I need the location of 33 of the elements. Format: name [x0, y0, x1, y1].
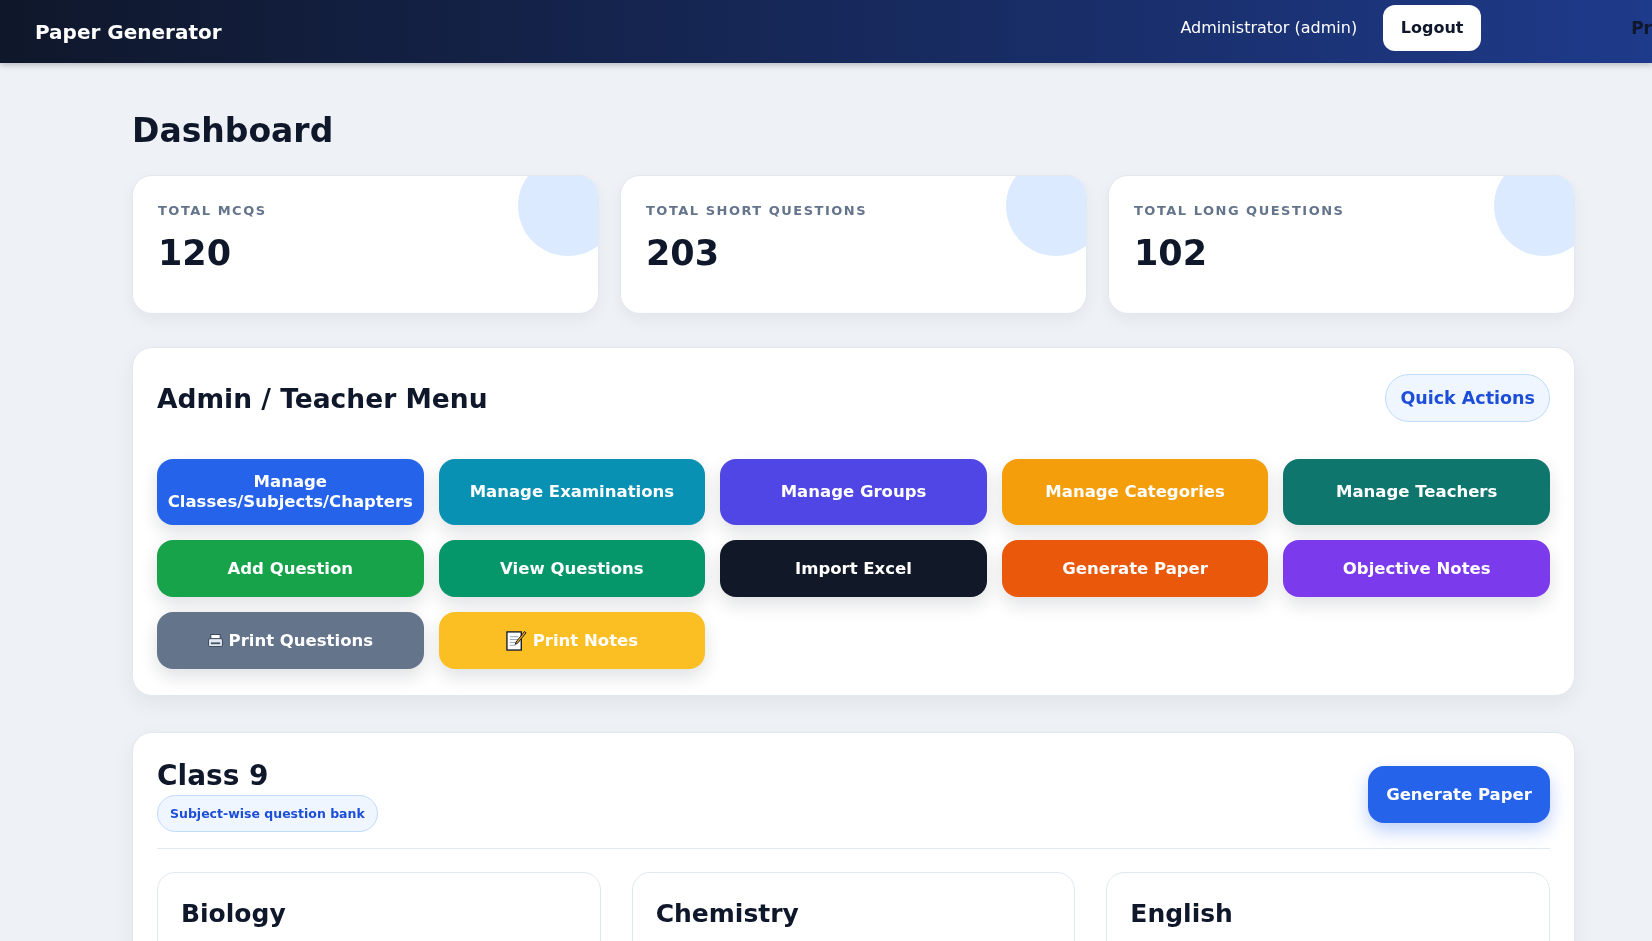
- menu-button[interactable]: Print Questions: [157, 612, 424, 670]
- subject-card[interactable]: Chemistry: [631, 872, 1076, 941]
- printer-icon: [207, 634, 223, 648]
- menu-button[interactable]: Manage Groups: [720, 459, 987, 526]
- menu-button[interactable]: Add Question: [157, 540, 424, 598]
- app-title: Paper Generator: [35, 19, 222, 44]
- memo-icon: [505, 630, 527, 652]
- user-name: Administrator (admin): [1180, 18, 1358, 37]
- stat-value: 120: [158, 232, 232, 275]
- subtitle-badge: Subject-wise question bank: [157, 795, 378, 833]
- menu-button[interactable]: Manage Teachers: [1283, 459, 1550, 526]
- subject-name: English: [1130, 899, 1233, 929]
- page-title: Dashboard: [132, 110, 334, 152]
- quick-actions-badge: Quick Actions: [1385, 374, 1550, 422]
- class-title: Class 9: [157, 758, 269, 795]
- menu-button[interactable]: Generate Paper: [1001, 540, 1269, 598]
- subject-name: Chemistry: [655, 899, 799, 929]
- menu-button[interactable]: Import Excel: [720, 540, 987, 598]
- subject-card[interactable]: Biology: [157, 872, 601, 941]
- menu-button[interactable]: Manage Examinations: [438, 459, 706, 526]
- stat-value: 203: [646, 232, 720, 275]
- stat-label: TOTAL LONG QUESTIONS: [1134, 202, 1345, 220]
- logout-button[interactable]: Logout: [1383, 4, 1482, 51]
- menu-button[interactable]: Objective Notes: [1283, 540, 1550, 598]
- stat-label: TOTAL SHORT QUESTIONS: [646, 202, 868, 220]
- stat-value: 102: [1134, 232, 1208, 275]
- generate-paper-button[interactable]: Generate Paper: [1368, 766, 1550, 824]
- subject-name: Biology: [181, 899, 286, 929]
- section-title: Admin / Teacher Menu: [157, 382, 488, 414]
- menu-button[interactable]: Manage Classes/Subjects/Chapters: [157, 459, 424, 526]
- menu-button[interactable]: View Questions: [438, 540, 706, 598]
- subject-card[interactable]: English: [1106, 872, 1550, 941]
- stat-label: TOTAL MCQS: [158, 202, 267, 220]
